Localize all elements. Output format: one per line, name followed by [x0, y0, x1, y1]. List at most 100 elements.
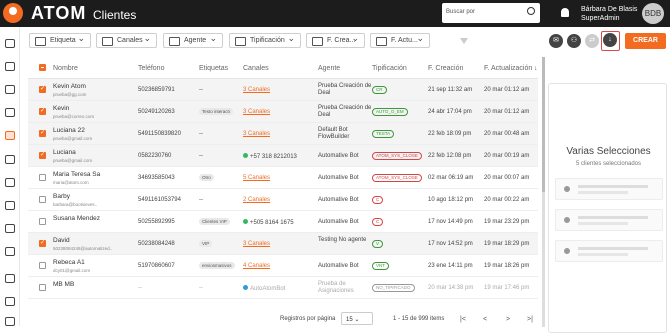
filter-icon[interactable]	[460, 38, 468, 44]
sort-down-icon[interactable]: ↓	[534, 65, 538, 72]
avatar[interactable]: BDB	[642, 3, 664, 24]
row-checkbox[interactable]	[39, 174, 46, 181]
inbox-icon[interactable]	[5, 108, 15, 117]
channel-cell[interactable]: +505 8164 1675	[243, 219, 294, 226]
table-row[interactable]: Luciana 22 prueba@gmail.com 5491150839820 -…	[28, 123, 538, 145]
table-row[interactable]: Maria Teresa Sa maria@atom.com 34693585043…	[28, 167, 538, 189]
row-checkbox[interactable]	[39, 284, 46, 291]
channel-cell[interactable]: AutoAtomBot	[243, 285, 285, 292]
channel-link[interactable]: 2 Canales	[243, 197, 270, 203]
channel-link[interactable]: 4 Canales	[243, 263, 270, 269]
name-cell[interactable]: David 50238084248@automatized..	[53, 237, 112, 252]
facebook-icon[interactable]	[5, 178, 15, 187]
phone-cell: 50255892995	[138, 219, 175, 225]
channel-link[interactable]: 5 Canales	[243, 175, 270, 181]
gear-icon[interactable]	[5, 297, 15, 306]
rows-per-page-select[interactable]: 15 ⌄	[341, 312, 373, 325]
clients-table: Nombre Teléfono Etiquetas Canales Agente…	[28, 57, 538, 311]
name-cell[interactable]: Barby barbara@bootsieves..	[53, 193, 97, 208]
table-row[interactable]: Susana Mendez 50255892995 Clientes VIP +505…	[28, 211, 538, 233]
name-cell[interactable]: MB MB	[53, 281, 74, 289]
channel-link[interactable]: 3 Canales	[243, 241, 270, 247]
create-button[interactable]: CREAR	[625, 33, 666, 49]
reports-icon[interactable]	[5, 247, 15, 256]
user-info[interactable]: Bárbara De Blasis SuperAdmin	[581, 5, 637, 23]
top-bar: ATOM Clientes Buscar por Bárbara De Blas…	[0, 0, 670, 27]
row-checkbox[interactable]	[39, 151, 46, 159]
calendar-icon[interactable]	[5, 85, 15, 94]
col-agente[interactable]: Agente	[318, 65, 340, 72]
rows-per-page-label: Registros por página	[280, 316, 336, 322]
filter-tipificacion[interactable]: Tipificación	[229, 33, 301, 48]
contacts-icon[interactable]	[5, 131, 15, 140]
message-icon[interactable]: ✉	[549, 34, 563, 48]
row-checkbox[interactable]	[39, 85, 46, 93]
name-cell[interactable]: Maria Teresa Sa maria@atom.com	[53, 171, 100, 186]
name-cell[interactable]: Kevin prueba@correo.com	[53, 105, 94, 120]
first-page-button[interactable]: |<	[460, 316, 466, 323]
row-checkbox[interactable]	[39, 262, 46, 269]
name-cell[interactable]: Rebeca A1 dcy01@gmail.com	[53, 259, 90, 274]
typification-badge: CR	[372, 86, 387, 94]
left-nav	[0, 27, 20, 326]
skeleton-line	[578, 247, 648, 250]
scrollbar-thumb[interactable]	[542, 57, 545, 192]
col-telefono[interactable]: Teléfono	[138, 65, 164, 72]
channel-link[interactable]: 3 Canales	[243, 131, 270, 137]
table-row[interactable]: Rebeca A1 dcy01@gmail.com 51970860607 envio…	[28, 255, 538, 277]
channel-text: +57 318 8212013	[250, 154, 297, 160]
bell-icon[interactable]	[561, 8, 569, 17]
col-tipificacion[interactable]: Tipificación	[372, 65, 407, 72]
mute-icon[interactable]	[5, 155, 15, 164]
download-button[interactable]: ↓	[601, 31, 620, 51]
clock-icon[interactable]	[5, 274, 15, 283]
channel-cell[interactable]: +57 318 8212013	[243, 153, 297, 160]
chat-icon[interactable]	[5, 62, 15, 71]
row-checkbox[interactable]	[39, 129, 46, 137]
filter-agente[interactable]: Agente	[163, 33, 223, 48]
col-nombre[interactable]: Nombre	[53, 65, 78, 72]
prev-page-button[interactable]: <	[483, 316, 487, 323]
filter-fecha-creacion[interactable]: F. Crea...	[306, 33, 365, 48]
col-fecha-creacion[interactable]: F. Creación	[428, 65, 463, 72]
transfer-icon[interactable]: ⇄	[585, 34, 599, 48]
apps-icon[interactable]	[5, 224, 15, 233]
typification-cell: TESTA	[372, 130, 395, 138]
agent-cell: Automative Bot	[318, 197, 359, 203]
channel-link[interactable]: 3 Canales	[243, 87, 270, 93]
filter-etiqueta[interactable]: Etiqueta	[29, 33, 91, 48]
col-fecha-actualizacion[interactable]: F. Actualización	[484, 65, 532, 72]
table-row[interactable]: Luciana prueba@gmail.com 0582230760 -- +57 3…	[28, 145, 538, 167]
help-icon[interactable]	[5, 317, 15, 326]
table-row[interactable]: Kevin Atom prueba@gg.com 50236859791 -- 3 Ca…	[28, 79, 538, 101]
row-checkbox[interactable]	[39, 196, 46, 203]
phone-cell: 5491161053794	[138, 197, 181, 203]
search-input[interactable]: Buscar por	[442, 3, 540, 23]
name-cell[interactable]: Susana Mendez	[53, 215, 100, 223]
typification-badge: AUTO_O_EM	[372, 108, 408, 116]
row-checkbox[interactable]	[39, 239, 46, 247]
name-cell[interactable]: Luciana prueba@gmail.com	[53, 149, 92, 164]
filter-canales[interactable]: Canales	[96, 33, 157, 48]
filter-fecha-actualizacion[interactable]: F. Actu...	[370, 33, 430, 48]
table-row[interactable]: David 50238084248@automatized.. 5023808424…	[28, 233, 538, 255]
agent-cell: Automative Bot	[318, 219, 359, 225]
home-icon[interactable]	[5, 39, 15, 48]
table-row[interactable]: MB MB -- -- AutoAtomBot Prueba de Asignacion…	[28, 277, 538, 299]
skeleton-line	[578, 253, 628, 256]
channel-link[interactable]: 3 Canales	[243, 109, 270, 115]
row-checkbox[interactable]	[39, 107, 46, 115]
megaphone-icon[interactable]	[5, 201, 15, 210]
name-cell[interactable]: Kevin Atom prueba@gg.com	[53, 83, 86, 98]
table-row[interactable]: Barby barbara@bootsieves.. 5491161053794 --…	[28, 189, 538, 211]
table-row[interactable]: Kevin prueba@correo.com 50249120263 Testo i…	[28, 101, 538, 123]
row-checkbox[interactable]	[39, 218, 46, 225]
assign-agent-icon[interactable]: ⚇	[567, 34, 581, 48]
col-etiquetas[interactable]: Etiquetas	[199, 65, 228, 72]
select-all-checkbox[interactable]	[39, 64, 46, 71]
name-cell[interactable]: Luciana 22 prueba@gmail.com	[53, 127, 92, 142]
next-page-button[interactable]: >	[506, 316, 510, 323]
col-canales[interactable]: Canales	[243, 65, 269, 72]
last-page-button[interactable]: >|	[527, 316, 533, 323]
user-name: Bárbara De Blasis	[581, 6, 638, 13]
